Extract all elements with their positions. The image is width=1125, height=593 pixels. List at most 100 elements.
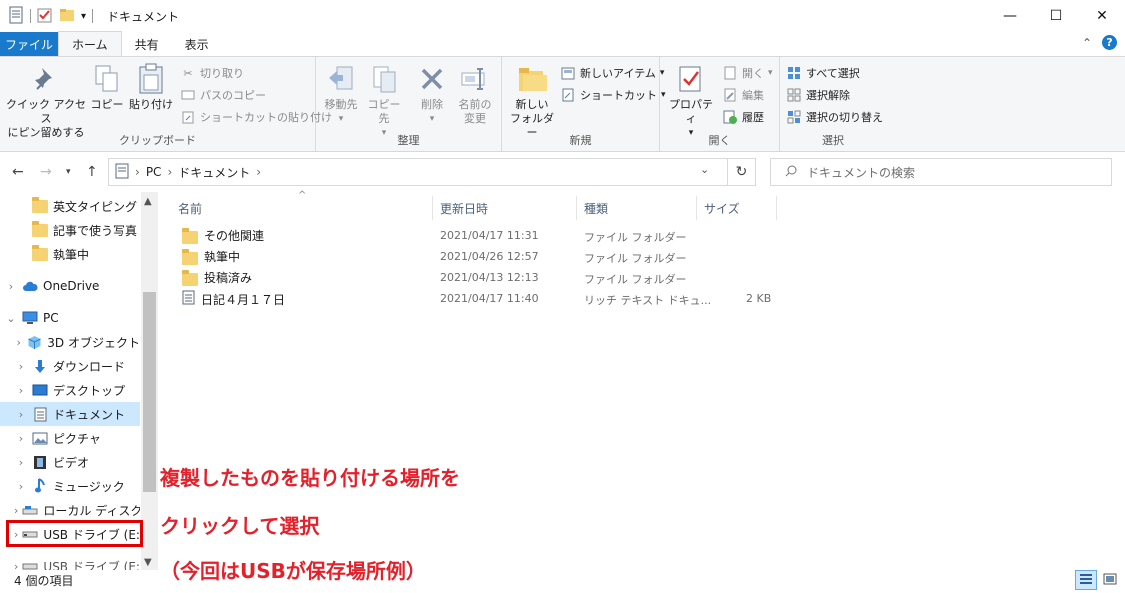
file-row[interactable]: その他関連 2021/04/17 11:31 ファイル フォルダー: [176, 226, 776, 247]
paste-button[interactable]: 貼り付け: [128, 63, 174, 112]
breadcrumb-pc[interactable]: PC: [146, 165, 162, 179]
close-button[interactable]: ✕: [1079, 0, 1125, 32]
collapse-ribbon-icon[interactable]: ⌃: [1082, 36, 1092, 50]
search-box[interactable]: ドキュメントの検索: [770, 158, 1112, 186]
column-separator[interactable]: [576, 196, 577, 220]
breadcrumb-chevron-icon[interactable]: ›: [167, 165, 172, 179]
window-title: ドキュメント: [107, 9, 180, 24]
nav-item-article-photos[interactable]: 記事で使う写真: [0, 218, 140, 242]
expand-chevron-icon[interactable]: ›: [14, 504, 18, 517]
collapse-chevron-icon[interactable]: ⌄: [4, 312, 18, 325]
expand-chevron-icon[interactable]: ›: [4, 280, 18, 293]
scroll-up-icon[interactable]: ▲: [144, 196, 152, 207]
breadcrumb-chevron-icon[interactable]: ›: [256, 165, 261, 179]
paste-shortcut-button[interactable]: ショートカットの貼り付け: [180, 107, 332, 127]
delete-button[interactable]: 削除 ▾: [414, 63, 450, 126]
nav-item-onedrive[interactable]: › OneDrive: [0, 274, 140, 298]
expand-chevron-icon[interactable]: ›: [14, 432, 28, 445]
nav-pane-scrollbar[interactable]: ▲ ▼: [141, 192, 158, 570]
nav-item-videos[interactable]: › ビデオ: [0, 450, 140, 474]
expand-chevron-icon[interactable]: ›: [14, 560, 18, 571]
history-button[interactable]: 履歴: [722, 107, 764, 127]
expand-chevron-icon[interactable]: ›: [14, 456, 28, 469]
expand-chevron-icon[interactable]: ›: [14, 336, 23, 349]
file-row[interactable]: 執筆中 2021/04/26 12:57 ファイル フォルダー: [176, 247, 776, 268]
nav-item-pictures[interactable]: › ピクチャ: [0, 426, 140, 450]
new-item-button[interactable]: 新しいアイテム ▾: [560, 63, 664, 83]
select-none-button[interactable]: 選択解除: [786, 85, 850, 105]
nav-item-downloads[interactable]: › ダウンロード: [0, 354, 140, 378]
back-arrow-icon[interactable]: ←: [12, 164, 24, 180]
open-button[interactable]: 開く ▾: [722, 63, 773, 83]
nav-item-desktop[interactable]: › デスクトップ: [0, 378, 140, 402]
select-all-button[interactable]: すべて選択: [786, 63, 860, 83]
nav-item-usb-drive-secondary[interactable]: › USB ドライブ (E:): [0, 554, 140, 571]
cut-button[interactable]: ✂ 切り取り: [180, 63, 244, 83]
address-bar[interactable]: › PC › ドキュメント ›: [108, 158, 728, 186]
nav-item-local-disk[interactable]: › ローカル ディスク (C: [0, 498, 140, 522]
scroll-thumb[interactable]: [143, 292, 156, 492]
details-view-button[interactable]: [1075, 570, 1097, 590]
open-group: プロパティ ▾ 開く ▾ 編集 履歴 開く: [660, 57, 780, 151]
expand-chevron-icon[interactable]: ›: [14, 384, 28, 397]
properties-icon[interactable]: [37, 7, 53, 26]
tab-file[interactable]: ファイル: [0, 32, 58, 56]
copy-to-button[interactable]: コピー先 ▾: [364, 63, 404, 140]
forward-arrow-icon[interactable]: →: [40, 164, 52, 180]
nav-item-pc[interactable]: ⌄ PC: [0, 306, 140, 330]
nav-item-documents[interactable]: › ドキュメント: [0, 402, 140, 426]
navigation-pane: 英文タイピング 記事で使う写真 執筆中 › OneDrive ⌄ PC › 3D…: [0, 192, 158, 570]
nav-item-music[interactable]: › ミュージック: [0, 474, 140, 498]
expand-chevron-icon[interactable]: ›: [14, 360, 28, 373]
column-header-size[interactable]: サイズ: [704, 196, 740, 220]
maximize-button[interactable]: ☐: [1033, 0, 1079, 32]
shortcut-button[interactable]: ショートカット ▾: [560, 85, 666, 105]
column-header-type[interactable]: 種類: [584, 196, 608, 220]
cloud-icon: [22, 278, 38, 294]
nav-item-writing[interactable]: 執筆中: [0, 242, 140, 266]
large-icons-view-button[interactable]: [1099, 570, 1121, 590]
help-icon[interactable]: ?: [1102, 35, 1117, 50]
column-header-modified[interactable]: 更新日時: [440, 196, 488, 220]
new-folder-button[interactable]: 新しい フォルダー: [508, 63, 556, 140]
tab-view[interactable]: 表示: [172, 32, 222, 56]
edit-button[interactable]: 編集: [722, 85, 764, 105]
breadcrumb-documents[interactable]: ドキュメント: [178, 164, 250, 181]
column-separator[interactable]: [432, 196, 433, 220]
file-row[interactable]: 投稿済み 2021/04/13 12:13 ファイル フォルダー: [176, 268, 776, 289]
annotation-line-2: クリックして選択: [160, 514, 320, 538]
copy-path-button[interactable]: パスのコピー: [180, 85, 266, 105]
expand-chevron-icon[interactable]: ›: [14, 480, 28, 493]
pin-to-quick-access-button[interactable]: クイック アクセス にピン留めする: [6, 63, 86, 140]
refresh-button[interactable]: ↻: [728, 158, 756, 186]
nav-item-3d-objects[interactable]: › 3D オブジェクト: [0, 330, 140, 354]
rename-button[interactable]: 名前の 変更: [454, 63, 496, 126]
column-separator[interactable]: [776, 196, 777, 220]
new-folder-icon[interactable]: [59, 8, 75, 25]
copy-button[interactable]: コピー: [90, 63, 124, 112]
expand-chevron-icon[interactable]: ›: [14, 408, 28, 421]
move-to-button[interactable]: 移動先 ▾: [320, 63, 362, 126]
invert-selection-button[interactable]: 選択の切り替え: [786, 107, 883, 127]
up-arrow-icon[interactable]: ↑: [86, 164, 98, 180]
music-note-icon: [32, 478, 48, 494]
document-app-icon[interactable]: [8, 6, 24, 27]
nav-item-eibun-typing[interactable]: 英文タイピング: [0, 194, 140, 218]
tab-home[interactable]: ホーム: [58, 31, 122, 56]
tab-share[interactable]: 共有: [122, 32, 172, 56]
view-toggle: [1075, 570, 1121, 590]
clipboard-group-label: クリップボード: [119, 134, 196, 147]
breadcrumb-chevron-icon[interactable]: ›: [135, 165, 140, 179]
properties-button[interactable]: プロパティ ▾: [666, 63, 716, 140]
qat-dropdown-icon[interactable]: ▾: [81, 11, 86, 22]
details-view-icon: [1079, 573, 1093, 588]
column-separator[interactable]: [696, 196, 697, 220]
column-header-name[interactable]: 名前: [178, 196, 202, 220]
file-row[interactable]: 日記４月１７日 2021/04/17 11:40 リッチ テキスト ドキュ...…: [176, 289, 776, 310]
address-history-dropdown-icon[interactable]: ⌄: [700, 163, 709, 176]
minimize-button[interactable]: —: [987, 0, 1033, 32]
recent-locations-icon[interactable]: ▾: [66, 167, 71, 177]
copy-to-icon: [367, 63, 401, 95]
scroll-down-icon[interactable]: ▼: [144, 557, 152, 568]
desktop-icon: [32, 382, 48, 398]
